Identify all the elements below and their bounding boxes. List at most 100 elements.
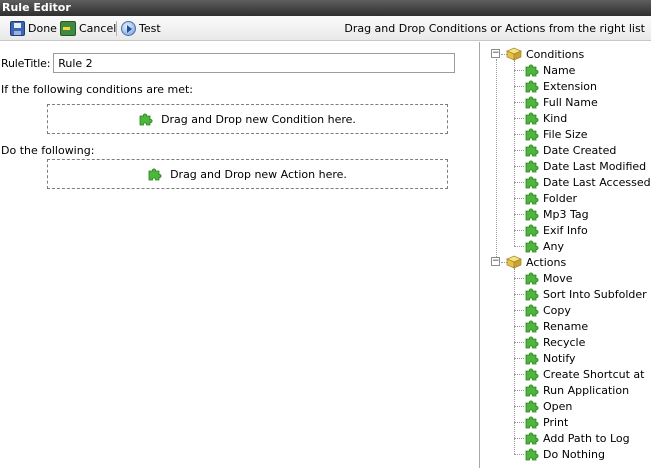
condition-drop-zone[interactable]: Drag and Drop new Condition here. xyxy=(47,104,448,134)
tree-item-sort-into-subfolder[interactable]: Sort Into Subfolder xyxy=(525,286,647,302)
toolbar-hint: Drag and Drop Conditions or Actions from… xyxy=(344,22,645,35)
tree-item-notify[interactable]: Notify xyxy=(525,350,576,366)
tree-item-label: Exif Info xyxy=(543,223,588,237)
cancel-button[interactable]: Cancel xyxy=(60,19,116,38)
tree-connector xyxy=(514,198,524,199)
test-label: Test xyxy=(139,22,161,35)
tree-item-extension[interactable]: Extension xyxy=(525,78,597,94)
rule-title-row: RuleTitle: xyxy=(1,53,456,73)
puzzle-icon xyxy=(525,223,539,237)
tree-connector xyxy=(514,214,524,215)
test-button[interactable]: Test xyxy=(121,19,161,38)
toolbar-separator xyxy=(116,21,117,36)
action-drop-zone[interactable]: Drag and Drop new Action here. xyxy=(47,159,448,189)
puzzle-icon xyxy=(525,447,539,461)
tree-connector xyxy=(514,342,524,343)
puzzle-icon xyxy=(525,367,539,381)
puzzle-icon xyxy=(525,207,539,221)
tree-item-label: Date Created xyxy=(543,143,617,157)
tree-connector xyxy=(514,86,524,87)
tree-connector xyxy=(514,60,515,246)
play-icon xyxy=(121,21,136,36)
rule-title-label: RuleTitle: xyxy=(1,56,51,70)
tree-item-name[interactable]: Name xyxy=(525,62,575,78)
tree-item-label: Any xyxy=(543,239,565,253)
puzzle-icon xyxy=(525,159,539,173)
tree-item-label: Sort Into Subfolder xyxy=(543,287,647,301)
tree-item-label: Recycle xyxy=(543,335,586,349)
tree-item-label: Run Application xyxy=(543,383,630,397)
done-button[interactable]: Done xyxy=(10,19,57,38)
tree-connector xyxy=(514,134,524,135)
puzzle-icon xyxy=(525,143,539,157)
conditions-collapse-toggle[interactable]: − xyxy=(491,49,500,58)
tree-item-move[interactable]: Move xyxy=(525,270,573,286)
tree-connector xyxy=(514,310,524,311)
tree-item-kind[interactable]: Kind xyxy=(525,110,567,126)
tree-connector xyxy=(514,406,524,407)
tree-item-folder[interactable]: Folder xyxy=(525,190,577,206)
tree-item-open[interactable]: Open xyxy=(525,398,572,414)
tree-item-full-name[interactable]: Full Name xyxy=(525,94,598,110)
puzzle-icon xyxy=(525,319,539,333)
tree-item-exif-info[interactable]: Exif Info xyxy=(525,222,588,238)
tree-item-run-application[interactable]: Run Application xyxy=(525,382,629,398)
tree-connector xyxy=(514,326,524,327)
tree-connector xyxy=(514,390,524,391)
tree-item-label: Create Shortcut at xyxy=(543,367,645,381)
exit-icon xyxy=(60,21,76,36)
tree-group-conditions[interactable]: Conditions xyxy=(506,46,584,62)
tree-connector xyxy=(514,246,524,247)
tree-item-recycle[interactable]: Recycle xyxy=(525,334,585,350)
tree-item-label: Rename xyxy=(543,319,589,333)
puzzle-icon xyxy=(525,95,539,109)
tree-item-label: File Size xyxy=(543,127,588,141)
tree-connector xyxy=(514,454,524,455)
tree-connector xyxy=(514,374,524,375)
toolbar: Done Cancel Test Drag and Drop Condition… xyxy=(0,16,651,41)
tree-item-date-last-modified[interactable]: Date Last Modified xyxy=(525,158,646,174)
tree-item-any[interactable]: Any xyxy=(525,238,564,254)
tree-item-label: Notify xyxy=(543,351,576,365)
cube-icon xyxy=(506,255,522,269)
puzzle-icon xyxy=(525,399,539,413)
tree-connector xyxy=(514,268,515,454)
actions-label: Do the following: xyxy=(1,144,95,157)
tree-item-label: Extension xyxy=(543,79,598,93)
tree-connector xyxy=(514,70,524,71)
rule-title-input[interactable] xyxy=(53,53,456,73)
tree-item-label: Date Last Accessed xyxy=(543,175,651,189)
puzzle-icon xyxy=(525,127,539,141)
tree-item-mp3-tag[interactable]: Mp3 Tag xyxy=(525,206,589,222)
puzzle-icon xyxy=(525,287,539,301)
puzzle-icon xyxy=(148,168,162,181)
conditions-label: If the following conditions are met: xyxy=(1,83,193,96)
tree-item-file-size[interactable]: File Size xyxy=(525,126,587,142)
rule-editor-panel: RuleTitle: If the following conditions a… xyxy=(0,42,478,468)
cancel-label: Cancel xyxy=(79,22,117,35)
tree-item-date-created[interactable]: Date Created xyxy=(525,142,616,158)
tree-item-date-last-accessed[interactable]: Date Last Accessed xyxy=(525,174,651,190)
tree-connector xyxy=(514,278,524,279)
tree-item-label: Folder xyxy=(543,191,577,205)
tree-item-add-path-to-log[interactable]: Add Path to Log xyxy=(525,430,630,446)
tree-item-label: Full Name xyxy=(543,95,598,109)
tree-item-create-shortcut-at[interactable]: Create Shortcut at xyxy=(525,366,644,382)
puzzle-icon xyxy=(525,239,539,253)
tree-item-label: Name xyxy=(543,63,576,77)
tree-item-rename[interactable]: Rename xyxy=(525,318,588,334)
tree-item-print[interactable]: Print xyxy=(525,414,568,430)
tree-group-label: Conditions xyxy=(526,47,585,61)
tree-group-actions[interactable]: Actions xyxy=(506,254,566,270)
tree-item-label: Date Last Modified xyxy=(543,159,647,173)
tree-group-label: Actions xyxy=(526,255,567,269)
conditions-actions-tree: − Conditions Name Extension Full Name Kind Fil… xyxy=(479,42,651,468)
actions-collapse-toggle[interactable]: − xyxy=(491,257,500,266)
puzzle-icon xyxy=(525,383,539,397)
puzzle-icon xyxy=(525,79,539,93)
tree-connector xyxy=(514,358,524,359)
tree-connector xyxy=(514,438,524,439)
tree-item-do-nothing[interactable]: Do Nothing xyxy=(525,446,605,462)
puzzle-icon xyxy=(139,113,153,126)
tree-item-copy[interactable]: Copy xyxy=(525,302,571,318)
